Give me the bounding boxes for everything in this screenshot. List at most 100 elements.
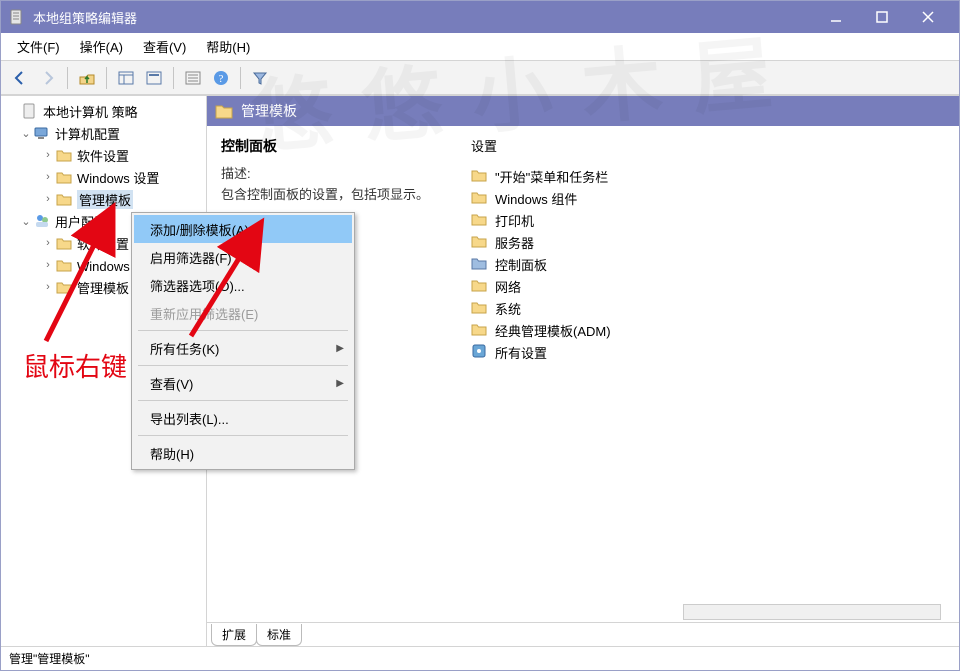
list-item[interactable]: 网络 (471, 275, 945, 297)
menu-action[interactable]: 操作(A) (70, 33, 133, 60)
folder-icon (471, 321, 489, 339)
ctx-sep (138, 400, 348, 401)
window-controls (813, 1, 951, 33)
tree-software-settings[interactable]: › 软件设置 (7, 144, 206, 166)
expand-icon[interactable]: › (41, 281, 55, 293)
list-item-label: 控制面板 (495, 255, 547, 274)
list-button[interactable] (180, 65, 206, 91)
policy-icon (21, 102, 39, 120)
desc-label: 描述: 包含控制面板的设置，包括项显示。 (221, 164, 443, 206)
list-item[interactable]: 控制面板 (471, 253, 945, 275)
tree-root[interactable]: 本地计算机 策略 (7, 100, 206, 122)
expand-icon[interactable]: › (41, 259, 55, 271)
menu-file[interactable]: 文件(F) (7, 33, 70, 60)
list-heading: 设置 (471, 136, 945, 155)
list-item[interactable]: 所有设置 (471, 341, 945, 363)
folder-icon (55, 190, 73, 208)
list-item-label: 打印机 (495, 211, 534, 230)
list-item-label: 经典管理模板(ADM) (495, 321, 611, 340)
expand-icon[interactable]: › (41, 149, 55, 161)
tab-standard[interactable]: 标准 (256, 624, 302, 646)
folder-icon (471, 167, 489, 185)
ctx-export-list[interactable]: 导出列表(L)... (134, 404, 352, 432)
minimize-button[interactable] (813, 1, 859, 33)
filter-button[interactable] (247, 65, 273, 91)
ctx-sep (138, 435, 348, 436)
ctx-sep (138, 365, 348, 366)
collapse-icon[interactable]: ⌄ (19, 215, 33, 228)
status-bar: 管理"管理模板" (1, 646, 959, 670)
menu-view[interactable]: 查看(V) (133, 33, 196, 60)
forward-button[interactable] (35, 65, 61, 91)
desc-heading: 控制面板 (221, 136, 443, 156)
ctx-enable-filter[interactable]: 启用筛选器(F) (134, 243, 352, 271)
folder-icon (215, 102, 233, 120)
list-item-label: 服务器 (495, 233, 534, 252)
location-bar: 管理模板 (207, 96, 959, 126)
up-button[interactable] (74, 65, 100, 91)
list-item[interactable]: 系统 (471, 297, 945, 319)
back-button[interactable] (7, 65, 33, 91)
folder-icon (471, 233, 489, 251)
app-window: 本地组策略编辑器 文件(F) 操作(A) 查看(V) 帮助(H) ? (0, 0, 960, 671)
svg-text:?: ? (219, 73, 224, 85)
status-text: 管理"管理模板" (9, 650, 90, 667)
list-item[interactable]: 经典管理模板(ADM) (471, 319, 945, 341)
list-item[interactable]: "开始"菜单和任务栏 (471, 165, 945, 187)
close-button[interactable] (905, 1, 951, 33)
computer-icon (33, 124, 51, 142)
menu-bar: 文件(F) 操作(A) 查看(V) 帮助(H) (1, 33, 959, 61)
ctx-view[interactable]: 查看(V) (134, 369, 352, 397)
tree-admin-templates[interactable]: › 管理模板 (7, 188, 206, 210)
ctx-reapply-filter: 重新应用筛选器(E) (134, 299, 352, 327)
tab-extended[interactable]: 扩展 (211, 624, 257, 646)
list-pane: 设置 "开始"菜单和任务栏 Windows 组件打印机服务器控制面板网络系统经典管… (457, 126, 959, 622)
list-item[interactable]: 打印机 (471, 209, 945, 231)
ctx-sep (138, 330, 348, 331)
collapse-icon[interactable]: ⌄ (19, 127, 33, 140)
toolbar: ? (1, 61, 959, 95)
toolbar-sep (106, 67, 107, 89)
list-item-label: 系统 (495, 299, 521, 318)
folder-selected-icon (471, 255, 489, 273)
list-item-label: 网络 (495, 277, 521, 296)
desc-text: 包含控制面板的设置，包括项显示。 (221, 187, 429, 202)
folder-icon (55, 146, 73, 164)
menu-help[interactable]: 帮助(H) (196, 33, 260, 60)
tab-bar: 扩展 标准 (207, 622, 959, 646)
properties-button[interactable] (141, 65, 167, 91)
list-item-label: 所有设置 (495, 343, 547, 362)
app-icon (9, 9, 25, 25)
folder-icon (471, 211, 489, 229)
folder-icon (55, 168, 73, 186)
settings-icon (471, 343, 489, 361)
list-item-label: Windows 组件 (495, 189, 577, 208)
folder-icon (55, 234, 73, 252)
horizontal-scrollbar[interactable] (683, 604, 941, 620)
ctx-filter-options[interactable]: 筛选器选项(O)... (134, 271, 352, 299)
maximize-button[interactable] (859, 1, 905, 33)
toolbar-sep (173, 67, 174, 89)
users-icon (33, 212, 51, 230)
list-item[interactable]: Windows 组件 (471, 187, 945, 209)
expand-icon[interactable]: › (41, 193, 55, 205)
expand-icon[interactable]: › (41, 237, 55, 249)
folder-icon (471, 189, 489, 207)
folder-icon (471, 299, 489, 317)
toolbar-sep (67, 67, 68, 89)
window-title: 本地组策略编辑器 (33, 8, 813, 27)
ctx-all-tasks[interactable]: 所有任务(K) (134, 334, 352, 362)
expand-icon[interactable]: › (41, 171, 55, 183)
location-label: 管理模板 (241, 101, 297, 121)
ctx-help[interactable]: 帮助(H) (134, 439, 352, 467)
list-item[interactable]: 服务器 (471, 231, 945, 253)
tree-windows-settings[interactable]: › Windows 设置 (7, 166, 206, 188)
tree-computer-config[interactable]: ⌄ 计算机配置 (7, 122, 206, 144)
toolbar-sep (240, 67, 241, 89)
folder-icon (55, 278, 73, 296)
help-button[interactable]: ? (208, 65, 234, 91)
ctx-add-remove-templates[interactable]: 添加/删除模板(A)... (134, 215, 352, 243)
folder-icon (55, 256, 73, 274)
folder-icon (471, 277, 489, 295)
show-hide-tree-button[interactable] (113, 65, 139, 91)
